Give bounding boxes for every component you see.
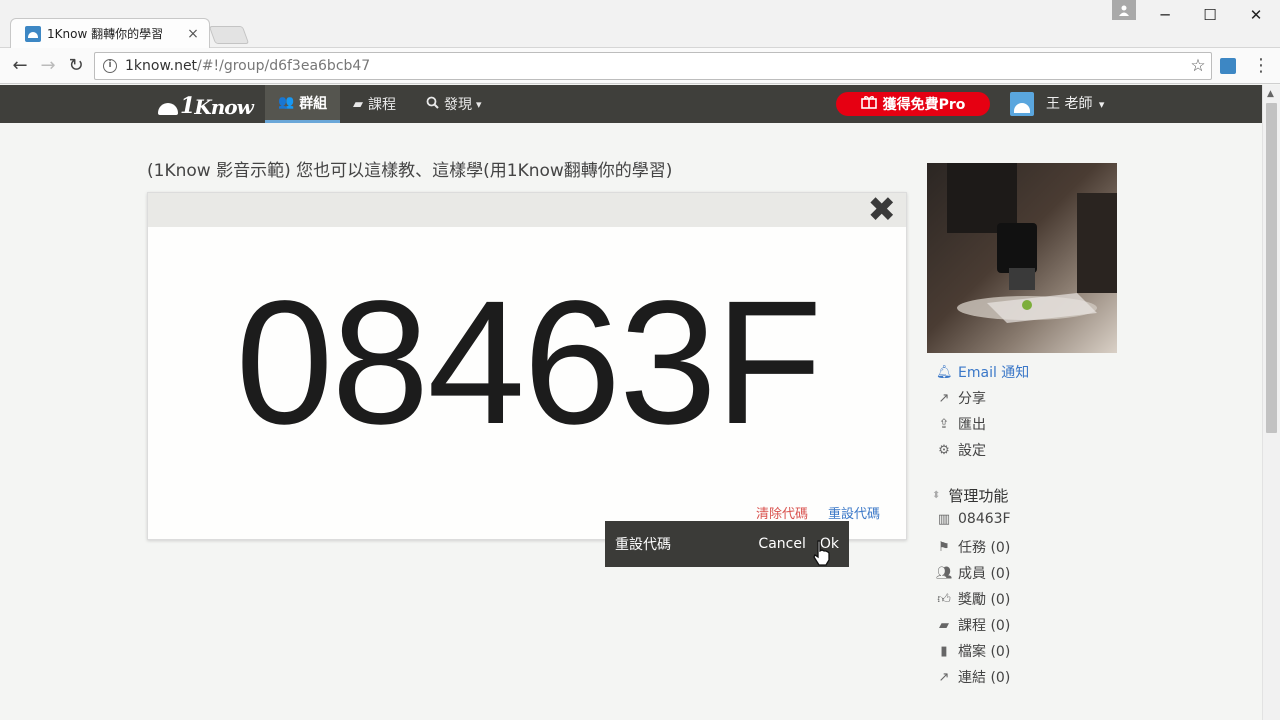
extension-icon[interactable]	[1220, 58, 1236, 74]
back-arrow-icon[interactable]: ←	[8, 54, 32, 78]
sidebar-item-label: 任務 (0)	[958, 540, 1011, 556]
flag-icon: ⚑	[938, 539, 950, 555]
window-minimize-button[interactable]: ─	[1150, 4, 1180, 26]
logo-one: 1	[180, 93, 195, 119]
browser-tab[interactable]: 1Know 翻轉你的學習 ×	[10, 18, 210, 48]
scroll-up-icon[interactable]: ▲	[1267, 89, 1274, 99]
admin-heading-label: 管理功能	[948, 487, 1009, 505]
clear-code-link[interactable]: 清除代碼	[756, 503, 808, 522]
window-maximize-button[interactable]: ☐	[1195, 4, 1225, 26]
thumbs-up-icon: 👍︎	[937, 591, 951, 607]
browser-toolbar: ← → ↻ i 1know.net/#!/group/d6f3ea6bcb47 …	[0, 48, 1280, 84]
page-scrollbar[interactable]: ▲	[1262, 85, 1280, 720]
url-text[interactable]: 1know.net/#!/group/d6f3ea6bcb47	[125, 58, 1185, 74]
chevron-down-icon: ▾	[476, 97, 482, 111]
logo-text: Know	[194, 95, 253, 119]
nav-groups[interactable]: 👥 群組	[265, 85, 341, 123]
sidebar-item-members[interactable]: 👥︎ 成員 (0)	[936, 563, 1010, 583]
group-code-display: 08463F	[235, 265, 823, 461]
users-icon: 👥	[278, 95, 295, 110]
sidebar-item-label: 成員 (0)	[958, 566, 1011, 582]
chevron-down-icon: ▾	[1098, 98, 1105, 111]
nav-discover-label: 發現	[444, 97, 472, 113]
new-tab-button[interactable]	[208, 26, 250, 44]
nav-groups-label: 群組	[299, 95, 328, 112]
address-bar[interactable]: i 1know.net/#!/group/d6f3ea6bcb47 ☆	[94, 52, 1212, 80]
file-icon: ▮	[940, 643, 948, 659]
share-link[interactable]: ↗ 分享	[936, 388, 986, 408]
nav-courses-label: 課程	[368, 97, 396, 113]
email-notify-label: Email 通知	[958, 365, 1030, 381]
hand-cursor-icon	[812, 540, 832, 572]
group-code-card: ✖ 08463F 清除代碼 重設代碼	[147, 192, 907, 540]
confirm-label: 重設代碼	[615, 537, 671, 553]
site-favicon-icon	[25, 25, 41, 42]
sidebar-item-label: 連結 (0)	[958, 670, 1011, 686]
sidebar-item-rewards[interactable]: 👍︎ 獎勵 (0)	[936, 589, 1010, 609]
barcode-icon: ▥	[937, 511, 951, 527]
search-icon	[426, 96, 439, 113]
share-icon: ↗	[938, 390, 950, 406]
user-menu[interactable]: 王 老師 ▾	[1046, 85, 1104, 123]
reset-code-link[interactable]: 重設代碼	[828, 503, 880, 522]
get-free-pro-button[interactable]: 獲得免費Pro	[836, 92, 990, 116]
export-label: 匯出	[958, 417, 986, 433]
gift-icon	[860, 95, 877, 113]
sidebar-item-files[interactable]: ▮ 檔案 (0)	[936, 641, 1010, 661]
settings-link[interactable]: ⚙ 設定	[936, 440, 986, 460]
tab-title: 1Know 翻轉你的學習	[47, 27, 164, 41]
sidebar-item-label: 獎勵 (0)	[958, 592, 1011, 608]
nav-courses[interactable]: ▰ 課程	[353, 85, 396, 123]
email-notify-link[interactable]: 🔔︎ Email 通知	[936, 362, 1029, 382]
cancel-button[interactable]: Cancel	[758, 536, 805, 552]
share-label: 分享	[958, 391, 986, 407]
sidebar-item-label: 課程 (0)	[958, 618, 1011, 634]
browser-tabstrip: 1Know 翻轉你的學習 × ─ ☐ ✕	[0, 0, 1280, 48]
bell-icon: 🔔︎	[936, 364, 953, 380]
info-icon[interactable]: i	[103, 59, 117, 73]
book-icon: ▰	[353, 96, 363, 112]
group-cover-image	[927, 163, 1117, 353]
site-logo[interactable]: 1 Know	[158, 93, 254, 119]
sidebar-item-code[interactable]: ▥ 08463F	[936, 511, 1011, 527]
browser-menu-icon[interactable]: ⋮	[1252, 54, 1270, 78]
forward-arrow-icon[interactable]: →	[36, 54, 60, 78]
card-header: ✖	[148, 193, 906, 227]
admin-section-heading[interactable]: ⬍ 管理功能	[932, 485, 1008, 506]
external-link-icon: ↗	[938, 669, 950, 685]
nav-discover[interactable]: 發現 ▾	[426, 85, 482, 123]
sidebar-item-links[interactable]: ↗ 連結 (0)	[936, 667, 1011, 687]
close-icon[interactable]: ✖	[868, 193, 897, 227]
sort-icon: ⬍	[932, 490, 941, 501]
gear-icon: ⚙	[938, 442, 950, 458]
sidebar-item-courses[interactable]: ▰ 課程 (0)	[936, 615, 1010, 635]
promo-label: 獲得免費Pro	[882, 97, 966, 113]
sidebar-item-label: 08463F	[958, 511, 1011, 527]
export-link[interactable]: ⇪ 匯出	[936, 414, 986, 434]
upload-icon: ⇪	[938, 416, 950, 432]
scroll-thumb[interactable]	[1266, 103, 1277, 433]
user-name: 王 老師	[1046, 96, 1093, 112]
book-icon: ▰	[939, 617, 949, 633]
settings-label: 設定	[958, 443, 986, 459]
page-title: (1Know 影音示範) 您也可以這樣教、這樣學(用1Know翻轉你的學習)	[147, 161, 673, 181]
sidebar-item-label: 檔案 (0)	[958, 644, 1011, 660]
window-close-button[interactable]: ✕	[1241, 4, 1271, 26]
bookmark-star-icon[interactable]: ☆	[1185, 56, 1211, 76]
site-navbar: 1 Know 👥 群組 ▰ 課程 發現 ▾ 獲得免費Pro 王 老師 ▾	[0, 85, 1262, 123]
logo-cloud-icon	[158, 103, 178, 115]
url-host: 1know.net	[125, 58, 198, 74]
tab-close-icon[interactable]: ×	[185, 26, 201, 42]
url-path: /#!/group/d6f3ea6bcb47	[197, 58, 371, 74]
user-avatar[interactable]	[1010, 92, 1034, 116]
reload-icon[interactable]: ↻	[64, 54, 88, 78]
profile-icon[interactable]	[1112, 0, 1136, 20]
users-icon: 👥︎	[936, 565, 953, 581]
sidebar-item-tasks[interactable]: ⚑ 任務 (0)	[936, 537, 1010, 557]
